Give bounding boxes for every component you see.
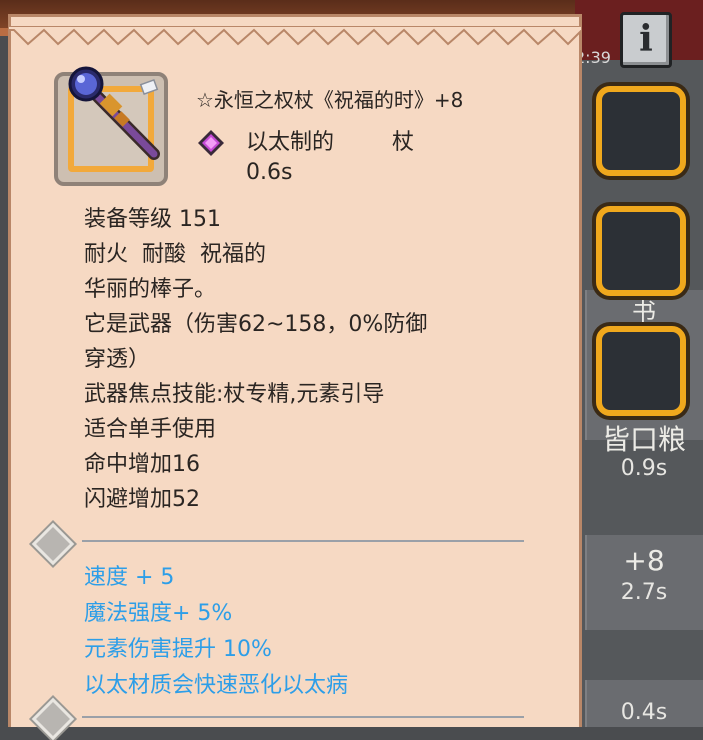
item-material: 以太制的 [246,130,335,155]
bonus-line: 元素伤害提升 10% [84,637,272,662]
item-stats: 装备等级 151 耐火 耐酸 祝福的 华丽的棒子。 它是武器（伤害62~158，… [84,202,504,517]
item-title: ☆永恒之权杖《祝福的时》+8 [196,88,464,112]
purple-gem-icon [198,130,224,156]
background-text: 0.9s [620,456,668,481]
item-bonuses: 速度 + 5 魔法强度+ 5% 元素伤害提升 10% 以太材质会快速恶化以太病 [84,560,524,704]
section-divider [82,716,524,718]
info-icon: i [639,18,653,60]
background-text: 皆口粮 [601,423,686,456]
background-text: 2.7s [620,580,668,605]
background-text: 书 [632,298,656,326]
staff-icon [68,66,160,160]
panel-scallop-border [8,26,582,46]
equipment-slot[interactable] [596,326,686,416]
info-button[interactable]: i [620,12,672,68]
item-speed: 0.6s [246,160,293,185]
stat-line: 华丽的棒子。 [84,277,217,302]
background-text: +8 [623,544,665,577]
bonus-line: 以太材质会快速恶化以太病 [84,673,349,698]
item-type-line: 以太制的 杖 [246,124,414,156]
bonus-line: 速度 + 5 [84,565,175,590]
background-text: 0.4s [620,700,668,725]
equipment-slot[interactable] [596,206,686,296]
stat-line: 耐火 耐酸 祝福的 [84,242,266,267]
section-divider [82,540,524,542]
equipment-slot[interactable] [596,86,686,176]
stat-line: 武器焦点技能:杖专精,元素引导 [84,382,385,407]
bonus-line: 魔法强度+ 5% [84,601,233,626]
item-weapon-type: 杖 [392,130,415,155]
stat-line: 装备等级 151 [84,207,221,232]
stat-line: 适合单手使用 [84,417,217,442]
stat-line: 它是武器（伤害62~158，0%防御 [84,312,428,337]
stat-line: 闪避增加52 [84,487,200,512]
stat-line: 命中增加16 [84,452,200,477]
stat-line: 穿透） [84,347,151,372]
